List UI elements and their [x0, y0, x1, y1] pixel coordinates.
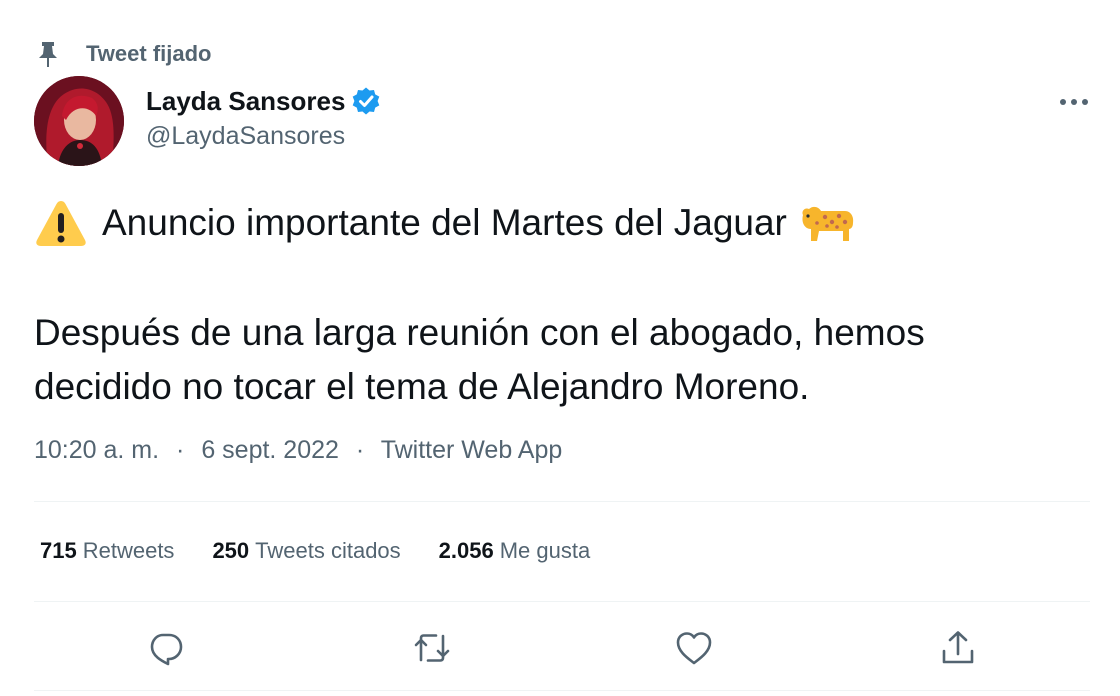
like-button[interactable] — [672, 626, 716, 670]
divider — [34, 501, 1090, 502]
tweet-line-3-text: decidido no tocar el tema de Alejandro M… — [34, 366, 810, 407]
retweets-count: 715 — [40, 538, 77, 563]
tweet-source[interactable]: Twitter Web App — [381, 436, 563, 464]
pinned-label: Tweet fijado — [86, 41, 212, 66]
likes-label: Me gusta — [499, 538, 591, 563]
tweet-line-3: decidido no tocar el tema de Alejandro M… — [34, 360, 1094, 414]
meta-separator: · — [176, 436, 185, 464]
author-handle[interactable]: @LaydaSansores — [146, 122, 381, 151]
tweet-actions — [0, 626, 1120, 670]
tweet-meta: 10:20 a. m. · 6 sept. 2022 · Twitter Web… — [34, 436, 562, 465]
more-options-button[interactable] — [1054, 88, 1094, 116]
divider — [34, 601, 1090, 602]
likes-count: 2.056 — [438, 538, 494, 563]
share-button[interactable] — [936, 626, 980, 670]
tweet-line-2-text: Después de una larga reunión con el abog… — [34, 312, 925, 353]
tweet-text: Anuncio importante del Martes del Jaguar… — [34, 196, 1094, 414]
more-dots-icon — [1060, 99, 1088, 105]
quotes-count: 250 — [212, 538, 250, 563]
tweet-stats: 715 Retweets 250 Tweets citados 2.056 Me gu… — [40, 538, 628, 564]
verified-badge-icon — [351, 86, 381, 116]
tweet-line-2: Después de una larga reunión con el abog… — [34, 306, 1094, 360]
author-name-row: Layda Sansores — [146, 84, 381, 118]
reply-icon — [150, 633, 183, 666]
retweet-button[interactable] — [410, 626, 454, 670]
tweet-line-1-text: Anuncio importante del Martes del Jaguar — [102, 202, 787, 243]
reply-button[interactable] — [144, 626, 188, 670]
avatar[interactable] — [34, 76, 124, 166]
meta-separator: · — [355, 436, 365, 464]
quotes-label: Tweets citados — [255, 538, 401, 563]
retweet-icon — [414, 634, 450, 662]
divider — [34, 690, 1090, 691]
likes-stat[interactable]: 2.056 Me gusta — [439, 538, 591, 564]
author-display-name[interactable]: Layda Sansores — [146, 86, 345, 117]
retweets-stat[interactable]: 715 Retweets — [40, 538, 174, 564]
tweet-date[interactable]: 6 sept. 2022 — [201, 436, 339, 464]
pin-icon — [36, 40, 60, 68]
leopard-emoji-icon — [799, 201, 855, 245]
tweet-line-1: Anuncio importante del Martes del Jaguar — [34, 196, 1094, 250]
like-icon — [676, 632, 712, 665]
tweet-time[interactable]: 10:20 a. m. — [34, 436, 159, 464]
pinned-indicator: Tweet fijado — [36, 38, 212, 70]
quotes-stat[interactable]: 250 Tweets citados — [212, 538, 400, 564]
share-icon — [942, 631, 974, 664]
warning-emoji-icon — [34, 198, 88, 248]
author-block: Layda Sansores @LaydaSansores — [146, 84, 381, 151]
retweets-label: Retweets — [82, 538, 175, 563]
